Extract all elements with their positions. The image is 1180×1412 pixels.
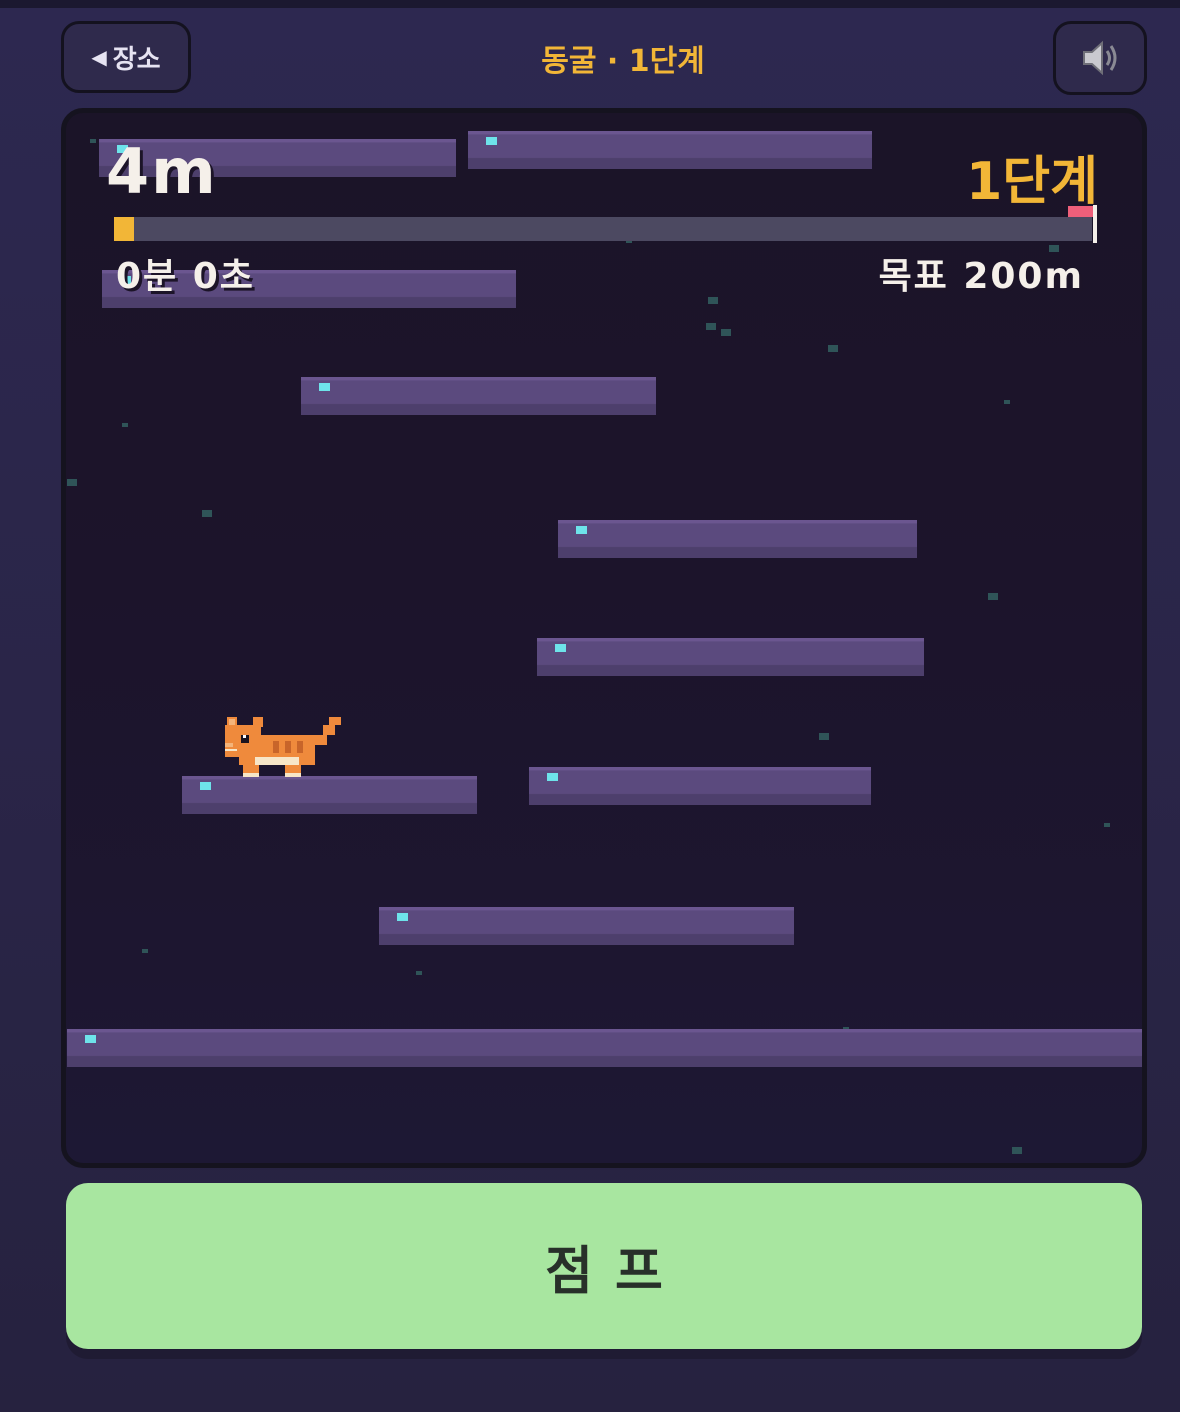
- platform: [529, 767, 871, 805]
- top-bar-strip: [0, 0, 1180, 8]
- jump-button[interactable]: 점프: [66, 1183, 1142, 1349]
- dust-particle: [988, 593, 998, 600]
- progress-bar: [114, 217, 1092, 241]
- gem-icon: [319, 383, 330, 391]
- platform: [537, 638, 924, 676]
- dust-particle: [1012, 1147, 1022, 1154]
- gem-icon: [200, 782, 211, 790]
- gem-icon: [555, 644, 566, 652]
- cat-character: [225, 717, 341, 777]
- platform: [301, 377, 656, 415]
- dust-particle: [828, 345, 838, 352]
- elapsed-timer: 0분 0초: [116, 256, 255, 297]
- game-canvas[interactable]: 4m 1단계 0분 0초 목표 200m: [61, 108, 1147, 1168]
- speaker-icon: [1083, 40, 1117, 76]
- dust-particle: [202, 510, 212, 517]
- dust-particle: [1104, 823, 1110, 827]
- gem-icon: [397, 913, 408, 921]
- gem-icon: [85, 1035, 96, 1043]
- dust-particle: [1004, 400, 1010, 404]
- progress-fill: [114, 217, 134, 241]
- dust-particle: [67, 479, 77, 486]
- sound-toggle-button[interactable]: [1053, 21, 1147, 95]
- dust-particle: [721, 329, 731, 336]
- level-title: 동굴 · 1단계: [541, 44, 705, 79]
- stage-label: 1단계: [966, 152, 1098, 212]
- dust-particle: [708, 297, 718, 304]
- goal-flag-pole: [1093, 205, 1097, 243]
- goal-distance: 목표 200m: [878, 256, 1084, 297]
- dust-particle: [122, 423, 128, 427]
- platform: [182, 776, 477, 814]
- platform: [558, 520, 917, 558]
- dust-particle: [90, 139, 96, 143]
- dust-particle: [819, 733, 829, 740]
- gem-icon: [486, 137, 497, 145]
- dust-particle: [416, 971, 422, 975]
- dust-particle: [142, 949, 148, 953]
- distance-counter: 4m: [106, 135, 218, 208]
- platform: [379, 907, 794, 945]
- platform: [468, 131, 872, 169]
- goal-flag-icon: [1068, 206, 1093, 217]
- gem-icon: [576, 526, 587, 534]
- game-screen: ◀ 장소 동굴 · 1단계 4m 1단계 0분 0초 목표 200m 점프: [0, 0, 1180, 1412]
- dust-particle: [706, 323, 716, 330]
- gem-icon: [547, 773, 558, 781]
- ground-platform: [67, 1029, 1142, 1067]
